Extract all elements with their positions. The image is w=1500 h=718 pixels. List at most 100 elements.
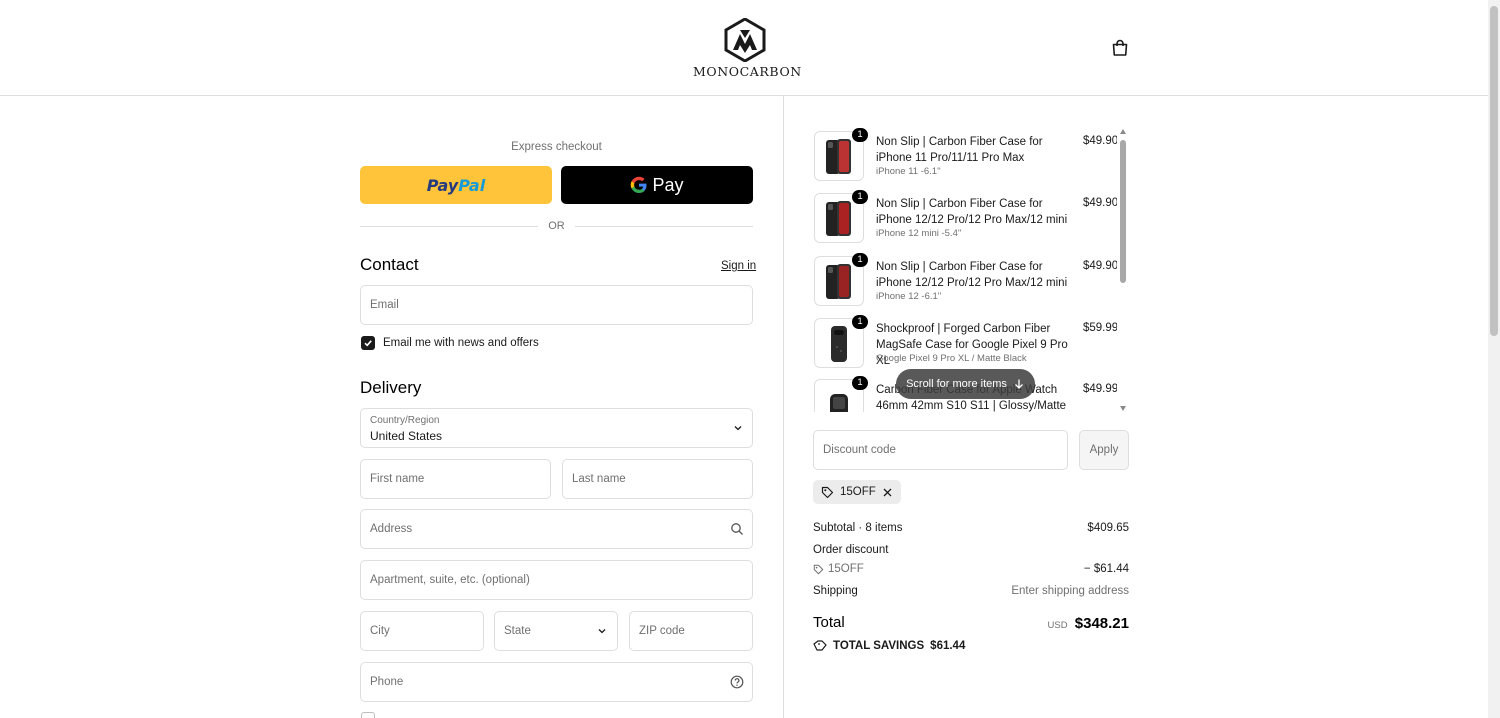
item-price: $59.99: [1083, 322, 1117, 334]
address-placeholder: Address: [370, 523, 413, 535]
country-select[interactable]: Country/Region United States: [360, 408, 753, 448]
sign-in-link[interactable]: Sign in: [721, 260, 756, 272]
item-name: Non Slip | Carbon Fiber Case for iPhone …: [876, 136, 1043, 164]
shipping-label: Shipping: [813, 585, 858, 597]
cart-list-scrollbar[interactable]: [1119, 128, 1127, 412]
country-label: Country/Region: [370, 415, 440, 426]
or-divider: OR: [360, 219, 753, 233]
state-select[interactable]: State: [494, 611, 618, 651]
first-name-placeholder: First name: [370, 473, 425, 485]
discount-code-field[interactable]: Discount code: [813, 430, 1068, 470]
brand-logo[interactable]: MONOCARBON: [693, 18, 801, 80]
pixel-case-image: [831, 326, 847, 362]
applied-code: 15OFF: [840, 486, 876, 498]
state-placeholder: State: [504, 625, 531, 637]
cart-bag-button[interactable]: [1110, 38, 1130, 58]
express-checkout-title: Express checkout: [511, 141, 602, 153]
phone-field[interactable]: Phone: [360, 662, 753, 702]
subtotal-label: Subtotal · 8 items: [813, 522, 903, 534]
scroll-more-items-button[interactable]: Scroll for more items: [896, 369, 1035, 399]
item-variant: iPhone 11 -6.1'': [876, 166, 941, 177]
item-variant: iPhone 12 mini -5.4'': [876, 228, 962, 239]
discount-value: − $61.44: [1083, 563, 1129, 575]
scroll-hint-label: Scroll for more items: [906, 378, 1007, 390]
news-opt-in[interactable]: Email me with news and offers: [361, 336, 539, 350]
last-name-field[interactable]: Last name: [562, 459, 753, 499]
help-icon[interactable]: [730, 675, 744, 689]
discount-detail-row: 15OFF − $61.44: [813, 563, 1129, 578]
watch-case-image: [830, 394, 848, 412]
currency-label: USD: [1047, 620, 1068, 631]
total-label: Total: [813, 614, 845, 631]
item-price: $49.90: [1083, 260, 1117, 272]
city-field[interactable]: City: [360, 611, 484, 651]
quantity-badge: 1: [852, 253, 868, 267]
save-info-checkbox[interactable]: [361, 712, 375, 718]
zip-placeholder: ZIP code: [639, 625, 685, 637]
google-pay-button[interactable]: Pay: [561, 166, 753, 204]
total-value: $348.21: [1074, 615, 1129, 632]
address-field[interactable]: Address: [360, 509, 753, 549]
phone-placeholder: Phone: [370, 676, 404, 688]
zip-field[interactable]: ZIP code: [629, 611, 753, 651]
page-scrollbar[interactable]: [1488, 0, 1500, 718]
item-name: Non Slip | Carbon Fiber Case for iPhone …: [876, 261, 1068, 289]
savings-label: TOTAL SAVINGS: [833, 640, 925, 652]
phone-case-image: [826, 264, 851, 299]
tags-icon: [813, 640, 827, 651]
city-placeholder: City: [370, 625, 390, 637]
shipping-row: Shipping Enter shipping address: [813, 585, 1129, 597]
apartment-field[interactable]: Apartment, suite, etc. (optional): [360, 560, 753, 600]
page-scrollbar-thumb[interactable]: [1490, 6, 1498, 336]
search-icon: [731, 523, 743, 535]
site-header: MONOCARBON: [0, 0, 1488, 96]
total-savings-row: TOTAL SAVINGS $61.44: [813, 640, 965, 652]
google-pay-label: Pay: [652, 174, 684, 195]
remove-discount-icon[interactable]: [882, 487, 893, 498]
item-variant: iPhone 12 -6.1'': [876, 291, 942, 302]
chevron-down-icon: [734, 426, 742, 431]
cart-list-scrollbar-thumb[interactable]: [1120, 140, 1126, 283]
discount-code-label: 15OFF: [828, 563, 864, 575]
scroll-down-arrow-icon[interactable]: [1120, 406, 1126, 411]
tag-icon: [813, 564, 824, 574]
phone-case-image: [826, 139, 851, 174]
subtotal-row: Subtotal · 8 items $409.65: [813, 522, 1129, 534]
phone-case-image: [826, 201, 851, 236]
delivery-title: Delivery: [360, 378, 422, 397]
checkmark-icon: [364, 340, 372, 347]
cart-item: 1 Non Slip | Carbon Fiber Case for iPhon…: [813, 190, 1117, 250]
discount-placeholder: Discount code: [823, 444, 896, 456]
brand-logo-icon: [724, 18, 766, 62]
scroll-up-arrow-icon[interactable]: [1120, 129, 1126, 134]
arrow-down-icon: [1014, 379, 1023, 389]
item-price: $49.90: [1083, 135, 1117, 147]
country-value: United States: [370, 429, 443, 443]
item-price: $49.90: [1083, 197, 1117, 209]
email-field[interactable]: Email: [360, 285, 753, 325]
apply-discount-button[interactable]: Apply: [1079, 430, 1129, 470]
applied-discount-chip: 15OFF: [813, 480, 901, 504]
chevron-down-icon: [598, 629, 606, 634]
first-name-field[interactable]: First name: [360, 459, 551, 499]
quantity-badge: 1: [852, 376, 868, 390]
cart-item: 1 Non Slip | Carbon Fiber Case for iPhon…: [813, 128, 1117, 188]
last-name-placeholder: Last name: [572, 473, 626, 485]
news-checkbox[interactable]: [361, 336, 375, 350]
order-discount-label: Order discount: [813, 544, 889, 556]
order-discount-row: Order discount: [813, 544, 1129, 556]
quantity-badge: 1: [852, 128, 868, 142]
tag-icon: [821, 486, 834, 498]
quantity-badge: 1: [852, 190, 868, 204]
total-row: Total USD $348.21: [813, 614, 1129, 636]
contact-title: Contact: [360, 255, 419, 274]
item-variant: Google Pixel 9 Pro XL / Matte Black: [876, 353, 1027, 364]
savings-value: $61.44: [930, 640, 966, 652]
item-name: Non Slip | Carbon Fiber Case for iPhone …: [876, 198, 1068, 226]
paypal-button[interactable]: PayPal: [360, 166, 552, 204]
cart-item: 1 Shockproof | Forged Carbon Fiber MagSa…: [813, 315, 1117, 375]
shipping-value: Enter shipping address: [1011, 585, 1129, 597]
email-placeholder: Email: [370, 299, 399, 311]
shopping-bag-icon: [1112, 39, 1128, 56]
cart-item: 1 Non Slip | Carbon Fiber Case for iPhon…: [813, 253, 1117, 313]
